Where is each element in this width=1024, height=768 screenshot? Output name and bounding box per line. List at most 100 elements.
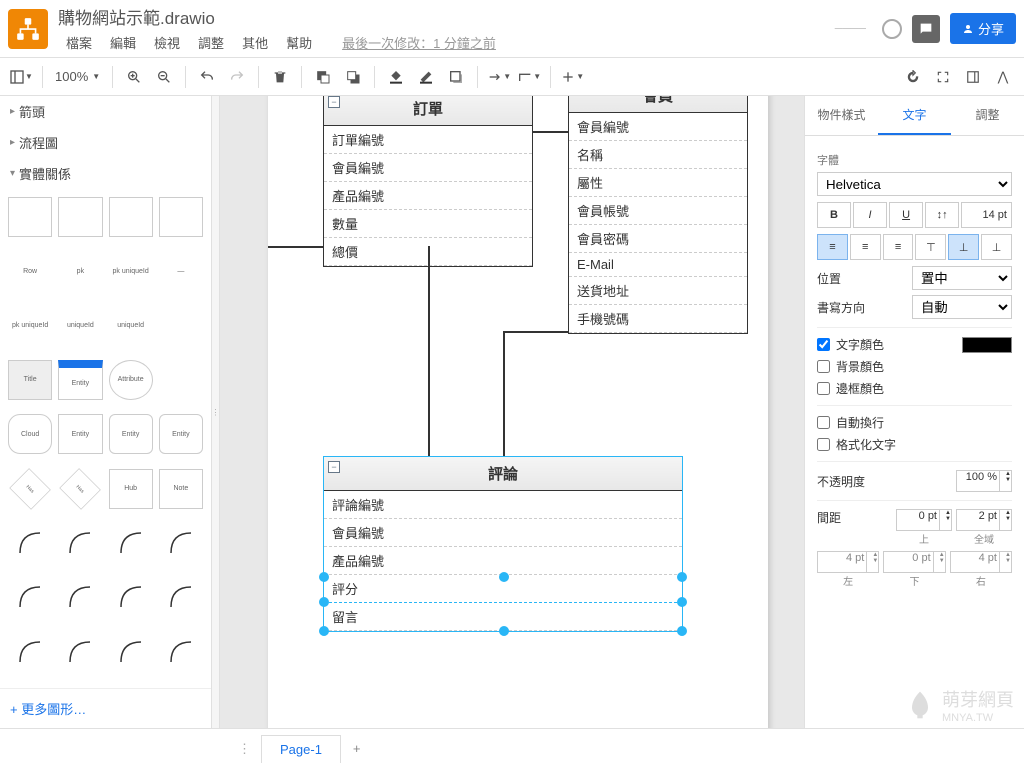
menu-view[interactable]: 檢視	[146, 31, 188, 54]
underline-button[interactable]: U	[889, 202, 923, 228]
border-color-check[interactable]	[817, 382, 830, 395]
align-center-button[interactable]: ≡	[850, 234, 881, 260]
category-entity-relation[interactable]: 實體關係	[0, 158, 211, 189]
refresh-icon[interactable]	[900, 64, 926, 90]
connector[interactable]	[428, 246, 430, 456]
shape-line[interactable]: —	[159, 251, 203, 291]
shape-entity[interactable]: Entity	[109, 414, 153, 454]
category-arrows[interactable]: 箭頭	[0, 96, 211, 127]
entity-row[interactable]: 手機號碼	[569, 305, 747, 333]
doc-title[interactable]: 購物網站示範.drawio	[58, 4, 835, 29]
entity-row[interactable]: 訂單編號	[324, 126, 532, 154]
entity-row[interactable]: 送貨地址	[569, 277, 747, 305]
font-select[interactable]: Helvetica	[817, 172, 1012, 196]
connector[interactable]	[503, 331, 568, 333]
shape-connector[interactable]	[8, 577, 52, 617]
zoom-level[interactable]: 100%▼	[51, 69, 104, 84]
entity-row[interactable]: 名稱	[569, 141, 747, 169]
shape-row-u[interactable]: uniqueId	[58, 306, 102, 346]
vertical-button[interactable]: ↕↑	[925, 202, 959, 228]
connection-icon[interactable]: ▼	[486, 64, 512, 90]
insert-icon[interactable]: ▼	[559, 64, 585, 90]
spacing-global-input[interactable]: 2 pt▲▼	[956, 509, 1012, 531]
tab-style[interactable]: 物件樣式	[805, 96, 878, 135]
entity-row[interactable]: 會員編號	[324, 154, 532, 182]
shape-has[interactable]: Has	[9, 468, 51, 510]
shape-row[interactable]: Row	[8, 251, 52, 291]
bold-button[interactable]: B	[817, 202, 851, 228]
tab-text[interactable]: 文字	[878, 96, 951, 135]
entity-review[interactable]: − 評論 評論編號 會員編號 產品編號 評分 留言	[323, 456, 683, 632]
direction-select[interactable]: 自動	[912, 295, 1012, 319]
menu-help[interactable]: 幫助	[278, 31, 320, 54]
wrap-check[interactable]	[817, 416, 830, 429]
entity-row[interactable]: 會員編號	[324, 519, 682, 547]
shape-connector[interactable]	[109, 523, 153, 563]
connector[interactable]	[268, 246, 323, 248]
shape-row-pk[interactable]: pk	[58, 251, 102, 291]
waypoints-icon[interactable]: ▼	[516, 64, 542, 90]
shape-cloud[interactable]: Cloud	[8, 414, 52, 454]
valign-bottom-button[interactable]: ⊥	[981, 234, 1012, 260]
more-shapes-link[interactable]: + 更多圖形…	[0, 688, 211, 728]
spacing-left-input[interactable]: 4 pt▲▼	[817, 551, 879, 573]
entity-order[interactable]: − 訂單 訂單編號 會員編號 產品編號 數量 總價	[323, 96, 533, 267]
shape-empty[interactable]	[159, 306, 203, 346]
shape-has[interactable]: Has	[60, 468, 102, 510]
bg-color-check[interactable]	[817, 360, 830, 373]
spacing-top-input[interactable]: 0 pt▲▼	[896, 509, 952, 531]
sidebar-collapse[interactable]: ⋮	[212, 96, 220, 728]
shape-connector[interactable]	[58, 632, 102, 672]
shape-connector[interactable]	[159, 577, 203, 617]
selection-handle[interactable]	[319, 572, 329, 582]
shape-note[interactable]: Note	[159, 469, 203, 509]
shape-entity[interactable]: Entity	[159, 414, 203, 454]
entity-row[interactable]: 評論編號	[324, 491, 682, 519]
entity-row[interactable]: 會員編號	[569, 113, 747, 141]
to-front-icon[interactable]	[310, 64, 336, 90]
selection-handle[interactable]	[677, 572, 687, 582]
tab-arrange[interactable]: 調整	[951, 96, 1024, 135]
opacity-input[interactable]: 100 %▲▼	[956, 470, 1012, 492]
zoom-in-icon[interactable]	[121, 64, 147, 90]
add-page-button[interactable]: +	[341, 735, 373, 762]
connector[interactable]	[503, 331, 505, 456]
canvas[interactable]: − 訂單 訂單編號 會員編號 產品編號 數量 總價 − 會員 會員編號 名稱 屬…	[220, 96, 804, 728]
zoom-out-icon[interactable]	[151, 64, 177, 90]
shape-hub[interactable]: Hub	[109, 469, 153, 509]
selection-handle[interactable]	[677, 626, 687, 636]
entity-row[interactable]: 會員密碼	[569, 225, 747, 253]
shape-connector[interactable]	[109, 577, 153, 617]
shape-entity-blue[interactable]: Entity	[58, 360, 102, 400]
font-size-input[interactable]: 14 pt	[961, 202, 1012, 228]
position-select[interactable]: 置中	[912, 266, 1012, 290]
shape-table[interactable]	[8, 197, 52, 237]
shape-connector[interactable]	[8, 523, 52, 563]
selection-handle[interactable]	[499, 626, 509, 636]
line-color-icon[interactable]	[413, 64, 439, 90]
sidebar-toggle-icon[interactable]: ▼	[8, 64, 34, 90]
shape-table[interactable]	[159, 197, 203, 237]
menu-edit[interactable]: 編輯	[102, 31, 144, 54]
valign-top-button[interactable]: ⊤	[915, 234, 946, 260]
last-modified[interactable]: 最後一次修改：1 分鐘之前	[334, 31, 504, 54]
format-panel-icon[interactable]	[960, 64, 986, 90]
shape-table[interactable]	[58, 197, 102, 237]
undo-icon[interactable]	[194, 64, 220, 90]
shape-row-u2[interactable]: uniqueId	[109, 306, 153, 346]
selection-handle[interactable]	[677, 597, 687, 607]
page-menu-icon[interactable]: ⋮	[228, 741, 261, 757]
page-tab[interactable]: Page-1	[261, 735, 341, 763]
shape-attribute[interactable]: Attribute	[109, 360, 153, 400]
shape-entity[interactable]: Entity	[58, 414, 102, 454]
redo-icon[interactable]	[224, 64, 250, 90]
italic-button[interactable]: I	[853, 202, 887, 228]
text-color-swatch[interactable]	[962, 337, 1012, 353]
shape-title[interactable]: Title	[8, 360, 52, 400]
menu-arrange[interactable]: 調整	[190, 31, 232, 54]
globe-icon[interactable]	[882, 19, 902, 39]
entity-row[interactable]: 會員帳號	[569, 197, 747, 225]
shape-empty[interactable]	[159, 360, 203, 400]
menu-extras[interactable]: 其他	[234, 31, 276, 54]
fullscreen-icon[interactable]	[930, 64, 956, 90]
